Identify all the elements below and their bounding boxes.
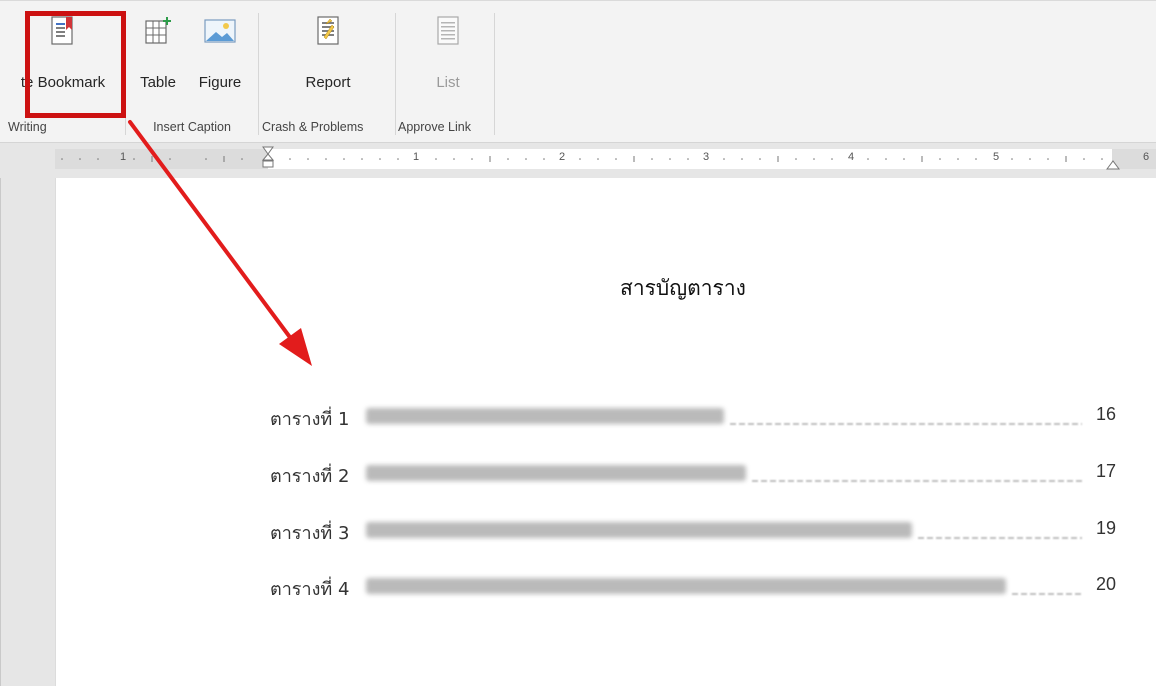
annotation-arrow (128, 120, 312, 366)
word-window: te Bookmark Writing Table Figure Insert … (0, 0, 1156, 686)
